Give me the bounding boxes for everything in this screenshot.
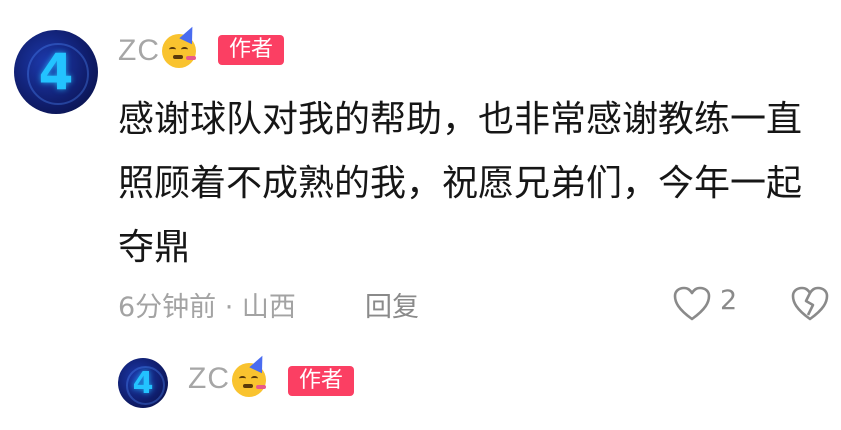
party-face-emoji-icon [162,23,199,68]
author-avatar[interactable]: 4 [14,30,98,114]
sub-emoji-right-eye [251,376,258,381]
reply-button[interactable]: 回复 [365,285,419,324]
party-hat [179,23,199,45]
broken-heart-icon[interactable] [790,285,830,323]
sub-author-badge: 作者 [288,366,354,396]
author-badge: 作者 [218,35,284,65]
comment-time-location: 6分钟前 · 山西 [118,292,296,323]
sub-author-name[interactable]: ZC [188,362,230,396]
author-name[interactable]: ZC [118,34,160,68]
like-count: 2 [720,285,738,316]
sub-emoji-party-horn [256,385,266,389]
emoji-right-eye [181,47,188,52]
sub-emoji-mouth [243,384,253,388]
emoji-mouth [173,55,183,59]
sub-comment-avatar[interactable]: 4 [118,358,168,408]
heart-outline-icon[interactable] [672,285,712,323]
emoji-left-eye [169,47,176,52]
emoji-party-horn [186,56,196,60]
sub-party-hat [249,352,269,374]
sub-avatar-number: 4 [132,365,154,401]
sub-emoji-left-eye [239,376,246,381]
comment-text: 感谢球队对我的帮助，也非常感谢教练一直照顾着不成熟的我，祝愿兄弟们，今年一起夺鼎 [118,99,803,268]
avatar-number: 4 [38,43,74,101]
sub-party-face-emoji-icon [232,352,269,397]
